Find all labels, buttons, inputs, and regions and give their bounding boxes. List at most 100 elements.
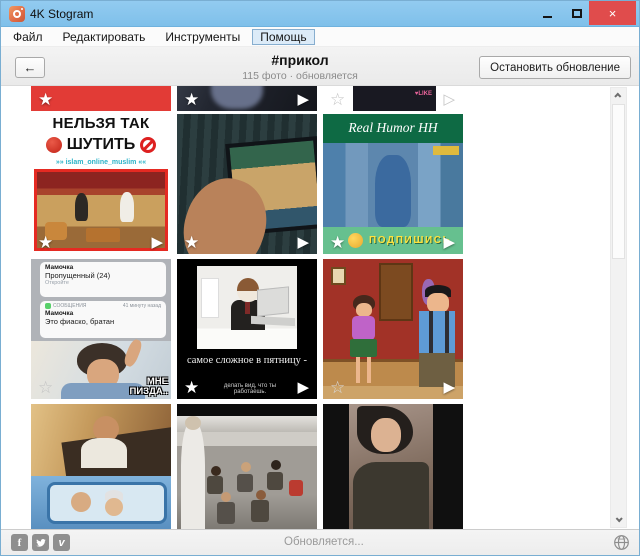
photo-tile[interactable] — [177, 404, 317, 529]
close-button[interactable]: × — [589, 1, 636, 25]
chair-shape — [201, 278, 219, 318]
photo-grid: ★ ★ ▶ ♥LIKE ☆ ▷ НЕЛЬЗЯ ТАК ШУТИТЬ »» isl… — [1, 86, 639, 529]
photo-tile[interactable]: ☆ ▶ — [323, 259, 463, 399]
facebook-button[interactable]: f — [11, 534, 28, 551]
star-icon[interactable]: ★ — [330, 234, 345, 251]
photo-tile[interactable]: Real Humor HH ПОДПИШИСЬ ★ ▶ — [323, 114, 463, 254]
no-entry-bar — [142, 139, 154, 151]
window-title: 4K Stogram — [30, 7, 93, 21]
seat-shape — [237, 474, 253, 492]
arm-shape — [122, 338, 144, 368]
chevron-down-icon — [616, 515, 623, 522]
blouse-shape — [352, 316, 375, 340]
meme-text-row: ШУТИТЬ — [31, 133, 171, 157]
head-shape — [241, 462, 251, 472]
face-shape — [371, 418, 401, 452]
minimize-button[interactable] — [533, 1, 561, 25]
thumbsup-emoji-icon — [348, 233, 363, 248]
menu-item-tools[interactable]: Инструменты — [157, 29, 248, 45]
picture-frame-shape — [331, 267, 346, 285]
seat-shape — [207, 476, 223, 494]
notification-sender: Мамочка — [45, 310, 161, 317]
star-icon[interactable]: ★ — [184, 91, 199, 108]
status-bar: f v Обновляется... — [1, 529, 639, 555]
thumbnail-image — [34, 169, 168, 251]
app-icon — [9, 6, 25, 22]
leg-shape — [367, 357, 371, 383]
meme-text-line2: ШУТИТЬ — [67, 136, 136, 154]
photo-tile[interactable]: Мамочка Пропущенный (24) Откройте СООБЩЕ… — [31, 259, 171, 399]
photo-tile[interactable] — [31, 404, 171, 529]
star-outline-icon[interactable]: ☆ — [330, 91, 345, 108]
thumbnail-image — [31, 404, 171, 476]
star-outline-icon[interactable]: ☆ — [38, 379, 53, 396]
scrollbar[interactable] — [610, 87, 627, 528]
status-text: Обновляется... — [284, 536, 364, 548]
notification-sender: Мамочка — [45, 264, 161, 271]
photo-tile[interactable]: ★ ▶ — [177, 114, 317, 254]
photo-shape — [75, 193, 88, 221]
thumbnail-image — [197, 266, 297, 349]
leg-shape — [356, 357, 360, 383]
photo-tile[interactable]: ★ — [31, 86, 171, 111]
scroll-down-button[interactable] — [611, 512, 626, 527]
vimeo-icon: v — [58, 537, 64, 549]
photo-tile[interactable]: ★ ▶ — [177, 86, 317, 111]
star-outline-icon[interactable]: ☆ — [330, 379, 345, 396]
menu-item-help[interactable]: Помощь — [252, 29, 314, 45]
thumbnail-image — [177, 404, 317, 529]
vimeo-button[interactable]: v — [53, 534, 70, 551]
notification-card: СООБЩЕНИЯ 41 минуту назад Мамочка Это фи… — [40, 301, 166, 338]
like-text: ♥LIKE — [415, 91, 432, 97]
photo-tile[interactable] — [323, 404, 463, 529]
scrollbar-thumb[interactable] — [612, 104, 625, 259]
photo-tile[interactable]: ♥LIKE ☆ ▷ — [323, 86, 463, 111]
head-shape — [256, 490, 266, 500]
face-shape — [427, 293, 449, 313]
close-icon: × — [609, 6, 617, 21]
play-icon: ▶ — [297, 380, 309, 395]
menu-bar: Файл Редактировать Инструменты Помощь — [1, 27, 639, 47]
globe-button[interactable] — [613, 534, 630, 551]
meme-text-line1: НЕЛЬЗЯ ТАК — [31, 115, 171, 132]
menu-item-edit[interactable]: Редактировать — [55, 29, 154, 45]
camera-lens-icon — [13, 10, 21, 18]
star-icon[interactable]: ★ — [38, 91, 53, 108]
maximize-button[interactable] — [563, 1, 591, 25]
globe-icon — [613, 534, 630, 551]
thumbnail-image — [31, 476, 171, 529]
stop-update-button[interactable]: Остановить обновление — [479, 56, 631, 79]
twitter-button[interactable] — [32, 534, 49, 551]
head-shape — [211, 466, 221, 476]
titlebar[interactable]: 4K Stogram × — [1, 1, 639, 27]
star-icon[interactable]: ★ — [38, 234, 53, 251]
play-icon: ▶ — [297, 92, 309, 107]
play-icon: ▶ — [151, 235, 163, 250]
head-shape — [221, 492, 231, 502]
page-title: #прикол — [121, 52, 479, 68]
badge-shape — [433, 146, 459, 155]
photo-tile[interactable]: самое сложное в пятницу - делать вид, чт… — [177, 259, 317, 399]
play-icon: ▶ — [297, 235, 309, 250]
demotivator-caption: самое сложное в пятницу - — [177, 355, 317, 366]
head-shape — [271, 460, 281, 470]
angry-emoji-icon — [46, 137, 62, 153]
chevron-up-icon — [614, 93, 621, 100]
channel-title: Real Humor HH — [323, 120, 463, 136]
seat-shape — [267, 472, 283, 490]
thumbnail-image: ♥LIKE — [353, 86, 436, 111]
face-shape — [356, 303, 372, 317]
star-icon[interactable]: ★ — [184, 379, 199, 396]
scroll-up-button[interactable] — [611, 88, 626, 103]
body-shape — [353, 462, 429, 529]
seat-shape — [251, 500, 269, 522]
photo-shape — [375, 155, 411, 227]
play-icon: ▶ — [443, 235, 455, 250]
page-subtitle: 115 фото · обновляется — [121, 70, 479, 82]
laptop-screen-shape — [257, 286, 289, 316]
subscribe-text: ПОДПИШИСЬ — [369, 235, 451, 246]
star-icon[interactable]: ★ — [184, 234, 199, 251]
menu-item-file[interactable]: Файл — [5, 29, 51, 45]
back-button[interactable]: ← — [15, 57, 45, 78]
photo-tile[interactable]: НЕЛЬЗЯ ТАК ШУТИТЬ »» islam_online_muslim… — [31, 114, 171, 254]
